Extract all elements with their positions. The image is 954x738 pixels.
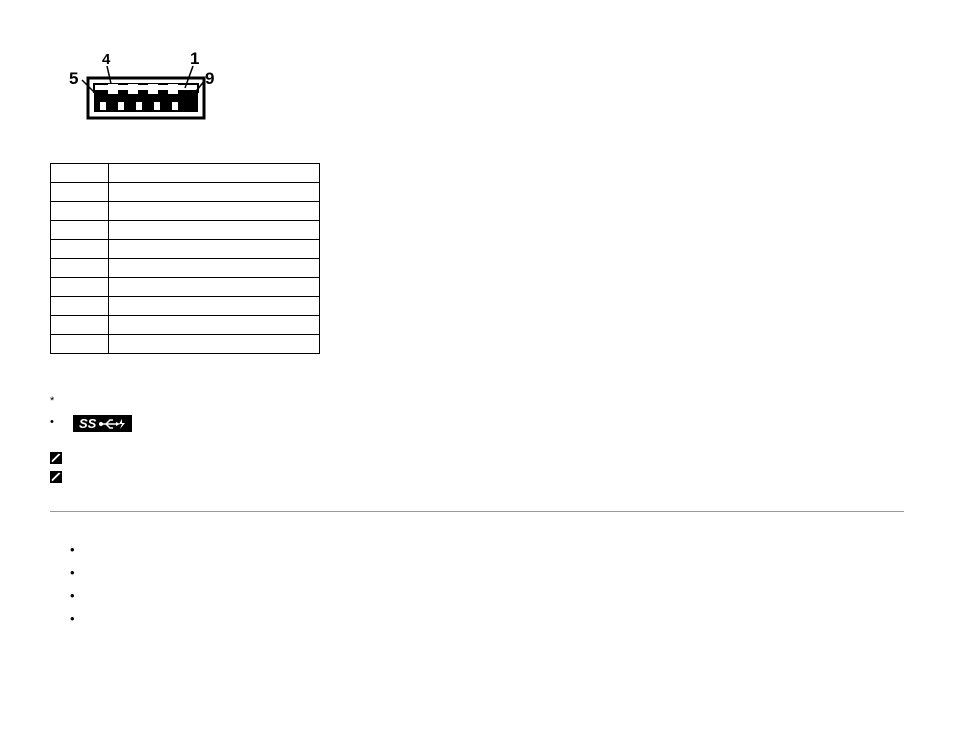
pin-signal-table	[50, 163, 320, 354]
table-cell	[51, 316, 109, 335]
section-divider	[50, 511, 904, 512]
table-cell	[109, 164, 320, 183]
table-cell	[51, 221, 109, 240]
pencil-icon	[50, 452, 62, 467]
table-cell	[51, 278, 109, 297]
bullet-icon: •	[70, 611, 76, 626]
table-cell	[109, 240, 320, 259]
asterisk-icon: *	[50, 395, 62, 407]
superspeed-usb-icon: SS	[73, 415, 132, 432]
feature-list: • • • •	[70, 542, 904, 626]
svg-text:1: 1	[190, 50, 199, 68]
table-cell	[109, 316, 320, 335]
table-cell	[51, 164, 109, 183]
bullet-icon: •	[70, 565, 76, 580]
note-text: SS	[70, 415, 904, 432]
table-cell	[109, 183, 320, 202]
bullet-icon: •	[70, 542, 76, 557]
table-cell	[109, 221, 320, 240]
table-cell	[51, 259, 109, 278]
table-cell	[51, 335, 109, 354]
pencil-icon	[50, 471, 62, 486]
svg-text:5: 5	[69, 69, 78, 88]
bullet-icon: •	[70, 588, 76, 603]
usb-connector-diagram: 4 1 5 9	[60, 50, 904, 133]
table-cell	[51, 183, 109, 202]
bullet-icon: •	[50, 416, 62, 428]
svg-text:9: 9	[205, 69, 214, 88]
svg-text:4: 4	[102, 51, 111, 68]
table-cell	[51, 297, 109, 316]
table-cell	[109, 278, 320, 297]
table-cell	[51, 240, 109, 259]
table-cell	[109, 297, 320, 316]
table-cell	[109, 202, 320, 221]
table-cell	[109, 335, 320, 354]
notes-block: * • SS	[50, 394, 904, 486]
table-cell	[51, 202, 109, 221]
table-cell	[109, 259, 320, 278]
